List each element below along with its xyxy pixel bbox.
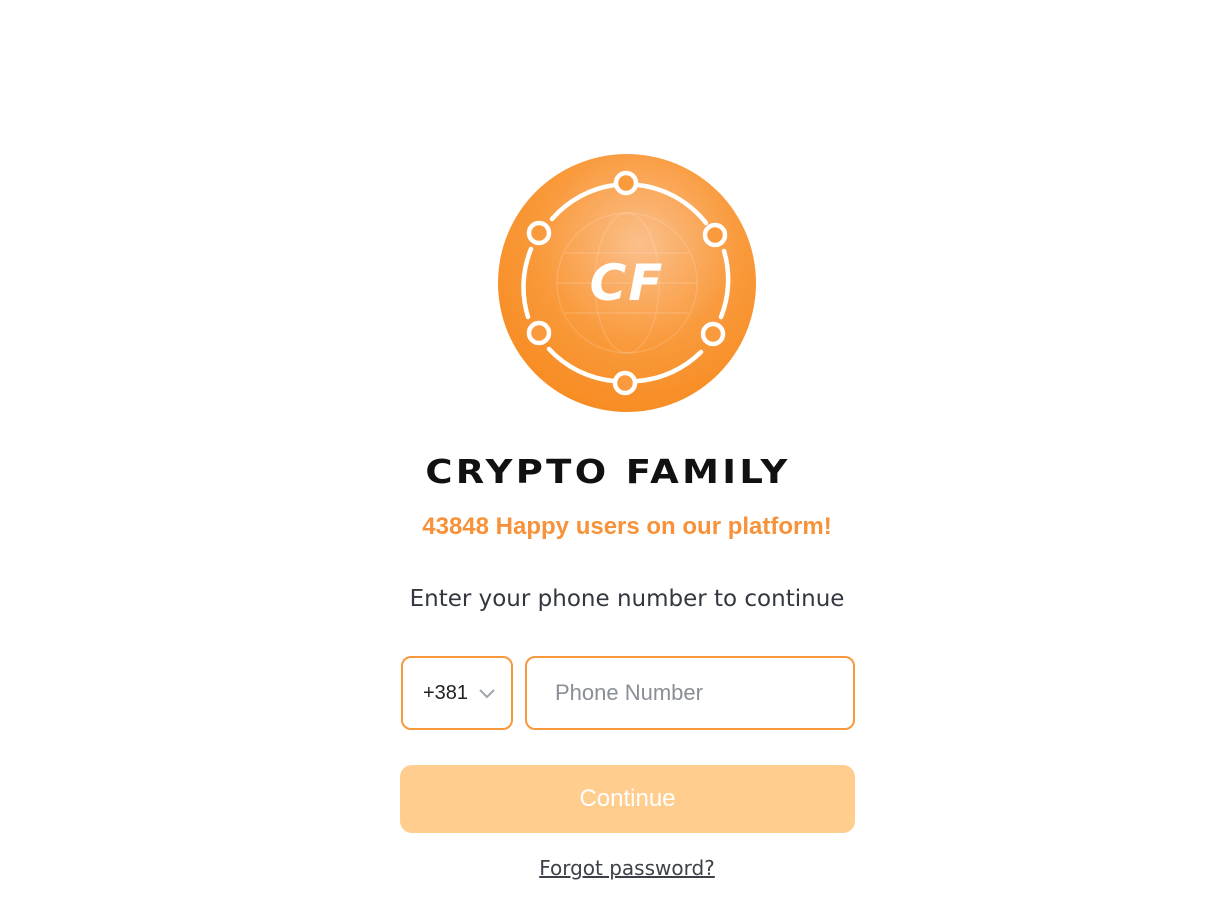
chevron-down-icon: [479, 689, 495, 699]
phone-number-input[interactable]: [525, 656, 855, 730]
crypto-family-logo-icon: CF: [498, 154, 756, 412]
country-code-select[interactable]: +381: [401, 656, 513, 730]
forgot-password-link[interactable]: Forgot password?: [539, 856, 715, 880]
country-code-value: +381: [423, 681, 469, 704]
forgot-password-container: Forgot password?: [0, 856, 1220, 880]
brand-name: CRYPTO FAMILY: [425, 452, 791, 491]
login-page: CF CRYPTO FAMILY 43848 Happy users on ou…: [0, 0, 1220, 904]
phone-prompt: Enter your phone number to continue: [409, 586, 845, 612]
continue-button[interactable]: Continue: [400, 765, 855, 833]
logo-text: CF: [590, 254, 665, 312]
user-count-tagline: 43848 Happy users on our platform!: [422, 513, 832, 540]
